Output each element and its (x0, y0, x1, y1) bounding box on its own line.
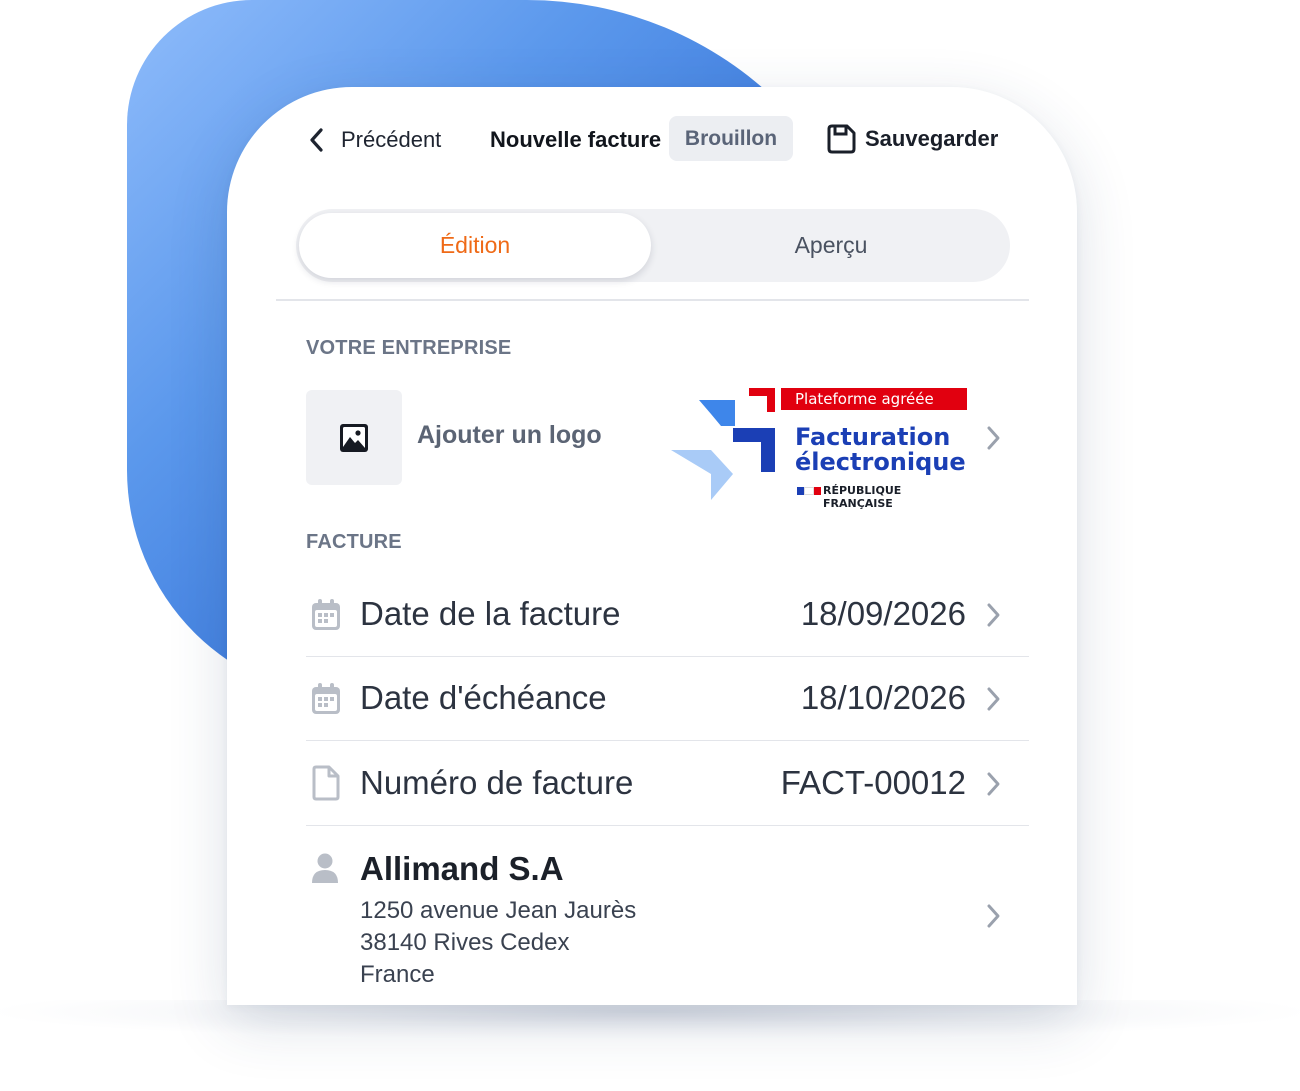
page-title: Nouvelle facture (490, 127, 662, 152)
due-date-row[interactable]: Date d'échéance 18/10/2026 (306, 659, 1029, 739)
chevron-right-icon (987, 904, 1000, 928)
back-label: Précédent (341, 127, 442, 152)
document-icon (312, 765, 340, 801)
badge-line-1: Facturation (795, 423, 951, 451)
calendar-icon (312, 683, 340, 714)
calendar-icon (312, 599, 340, 630)
chevron-right-icon[interactable] (985, 425, 1001, 451)
client-address-line: 1250 avenue Jean Jaurès (360, 897, 637, 924)
add-logo-button[interactable] (306, 390, 402, 485)
invoice-number-row[interactable]: Numéro de facture FACT-00012 (306, 744, 1029, 824)
save-button[interactable]: Sauvegarder (825, 122, 998, 156)
badge-line-2: électronique (795, 448, 966, 476)
tab-edition[interactable]: Édition (299, 213, 651, 278)
due-date-value: 18/10/2026 (800, 679, 966, 716)
phone-frame: Précédent Nouvelle facture Brouillon Sau… (227, 87, 1077, 1005)
chevron-left-icon (310, 128, 323, 152)
french-flag-icon (797, 487, 821, 495)
image-icon (340, 423, 368, 452)
tab-apercu[interactable]: Aperçu (656, 213, 1006, 278)
divider (276, 299, 1029, 301)
view-toggle: Édition Aperçu (296, 209, 1010, 282)
floor-shadow (0, 1000, 1300, 1040)
invoice-date-value: 18/09/2026 (800, 595, 966, 632)
section-title-invoice: FACTURE (306, 531, 402, 553)
person-icon (312, 853, 338, 883)
client-name: Allimand S.A (360, 850, 564, 887)
due-date-label: Date d'échéance (360, 679, 607, 716)
chevron-right-icon (987, 687, 1000, 711)
invoice-date-label: Date de la facture (360, 595, 621, 632)
chevron-right-icon (987, 772, 1000, 796)
e-invoicing-platform-badge[interactable]: Plateforme agréée Facturation électroniq… (671, 386, 971, 510)
client-address-line: 38140 Rives Cedex (360, 929, 570, 956)
add-logo-label[interactable]: Ajouter un logo (417, 421, 602, 450)
badge-footer-text: RÉPUBLIQUE FRANÇAISE (823, 484, 902, 510)
back-button[interactable]: Précédent (309, 125, 441, 155)
badge-ribbon-text: Plateforme agréée (795, 390, 934, 408)
e-invoicing-logo-icon (671, 388, 775, 500)
invoice-number-label: Numéro de facture (360, 764, 634, 801)
invoice-number-value: FACT-00012 (780, 764, 966, 801)
row-divider (306, 656, 1029, 657)
invoice-date-row[interactable]: Date de la facture 18/09/2026 (306, 575, 1029, 655)
row-divider (306, 740, 1029, 741)
floppy-disk-icon (827, 124, 856, 154)
status-badge: Brouillon (669, 116, 793, 161)
row-divider (306, 825, 1029, 826)
client-address-line: France (360, 961, 435, 988)
chevron-right-icon (987, 603, 1000, 627)
save-label: Sauvegarder (865, 126, 999, 151)
section-title-company: VOTRE ENTREPRISE (306, 337, 512, 359)
